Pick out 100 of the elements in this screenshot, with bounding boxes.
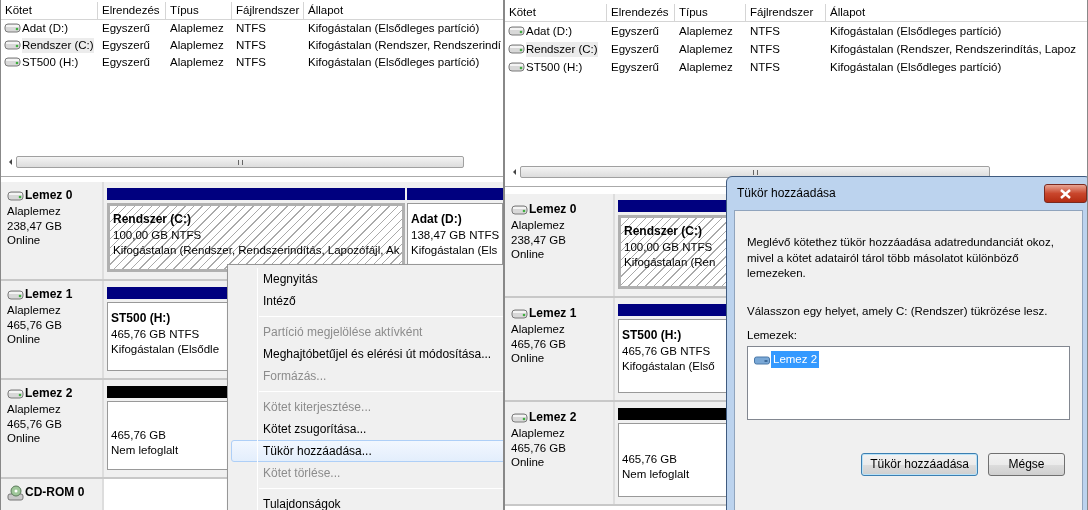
disk-size: 465,76 GB	[7, 317, 63, 333]
disk-type: Alaplemez	[511, 425, 566, 441]
disk-type: Alaplemez	[7, 302, 62, 318]
column-header[interactable]: Típus	[166, 2, 232, 19]
partition-status: Kifogástalan (Első	[622, 358, 715, 374]
menu-item[interactable]: Meghajtóbetűjel és elérési út módosítása...	[231, 343, 503, 365]
partition-status: Nem lefoglalt	[111, 442, 179, 458]
drive-icon	[508, 44, 525, 55]
drive-icon	[511, 204, 528, 215]
partition-box[interactable]: Rendszer (C:) 100,00 GB NTFS Kifogástalan (Ren	[618, 215, 729, 289]
partition-size: 138,47 GB NTFS	[411, 227, 500, 243]
partition-size: 100,00 GB NTFS	[113, 227, 202, 243]
table-cell-text: NTFS	[235, 20, 268, 36]
dialog-button[interactable]: Tükör hozzáadása	[861, 453, 978, 477]
disk-status: Online	[511, 455, 546, 471]
disk-name: Lemez 2	[529, 410, 577, 426]
disk-name: CD-ROM 0	[25, 485, 85, 501]
table-cell-text: Egyszerű	[610, 23, 660, 39]
close-icon	[1060, 188, 1071, 199]
partition-name: Adat (D:)	[411, 212, 462, 228]
column-header[interactable]: Típus	[675, 4, 746, 21]
dialog-message: Meglévő kötethez tükör hozzáadása adatredundanciát okoz, mivel a kötet adatairól tárol több másolatot különböző lemezeken.	[747, 235, 1055, 282]
table-cell-text: Kifogástalan (Rendszer, Rendszerindí	[307, 37, 503, 53]
partition-size: 465,76 GB	[622, 452, 677, 467]
partition-name: Rendszer (C:)	[113, 212, 191, 228]
disk-size: 238,47 GB	[7, 218, 63, 234]
partition-status: Nem lefoglalt	[622, 467, 690, 482]
drive-icon	[4, 40, 21, 51]
volume-name[interactable]: Rendszer (C:)	[526, 41, 598, 57]
disk-status: Online	[7, 431, 42, 447]
table-cell-text: Kifogástalan (Elsődleges partíció)	[829, 59, 1003, 75]
table-cell-text: Kifogástalan (Rendszer, Rendszerindítás, Lapoz	[829, 41, 1078, 57]
disk-status: Online	[511, 247, 546, 263]
close-button[interactable]	[1044, 184, 1087, 203]
drive-icon	[7, 289, 24, 300]
partition-box[interactable]: 465,76 GB Nem lefoglalt	[618, 423, 729, 497]
disk-name: Lemez 2	[25, 386, 73, 402]
table-cell-text: NTFS	[235, 54, 268, 70]
disk-type: Alaplemez	[7, 203, 62, 219]
table-cell-text: Kifogástalan (Elsődleges partíció)	[829, 23, 1003, 39]
table-cell-text: NTFS	[749, 59, 782, 75]
disk-size: 465,76 GB	[511, 440, 567, 456]
dialog-title: Tükör hozzáadása	[737, 185, 837, 202]
table-cell-text: Egyszerű	[101, 37, 151, 53]
partition-size: 100,00 GB NTFS	[624, 239, 713, 255]
column-header[interactable]: Fájlrendszer	[232, 2, 304, 19]
partition-size: 465,76 GB NTFS	[111, 326, 200, 342]
disk-type: Alaplemez	[511, 217, 566, 233]
column-header[interactable]: Kötet	[1, 2, 98, 19]
dialog-prompt: Válasszon egy helyet, amely C: (Rendszer) tükrözése lesz.	[747, 303, 1049, 319]
disk-status: Online	[511, 351, 546, 367]
menu-item[interactable]: Tükör hozzáadása...	[231, 440, 503, 462]
list-label: Lemezek:	[747, 328, 798, 344]
table-cell-text: Alaplemez	[169, 54, 225, 70]
disk-type: Alaplemez	[7, 401, 62, 417]
column-header[interactable]: Állapot	[826, 4, 1087, 21]
partition-status: Kifogástalan (Els	[411, 242, 498, 258]
table-cell-text: Kifogástalan (Elsődleges partíció)	[307, 54, 481, 70]
partition-box[interactable]: ST500 (H:) 465,76 GB NTFS Kifogástalan (Első	[618, 319, 729, 393]
menu-item[interactable]: Kötet zsugorítása...	[231, 418, 503, 440]
partition-box[interactable]: Rendszer (C:) 100,00 GB NTFS Kifogástalan (Rendszer, Rendszerindítás, Lapozófájl, Ak	[107, 203, 405, 272]
column-header[interactable]: Elrendezés	[98, 2, 166, 19]
table-cell-text: Alaplemez	[678, 41, 734, 57]
disk-size: 465,76 GB	[7, 416, 63, 432]
column-header[interactable]: Állapot	[304, 2, 503, 19]
partition-status: Kifogástalan (Ren	[624, 254, 716, 270]
drive-icon	[511, 308, 528, 319]
disk-type: Alaplemez	[511, 321, 566, 337]
disk-name: Lemez 1	[529, 306, 577, 322]
table-cell-text: NTFS	[749, 23, 782, 39]
menu-item[interactable]: Tulajdonságok	[231, 493, 503, 510]
table-cell-text: Alaplemez	[169, 37, 225, 53]
menu-item[interactable]: Intéző	[231, 290, 503, 312]
table-cell-text: Egyszerű	[101, 54, 151, 70]
table-cell-text: NTFS	[749, 41, 782, 57]
volume-name[interactable]: Adat (D:)	[22, 20, 68, 36]
dialog-button[interactable]: Mégse	[988, 453, 1065, 477]
partition-size: 465,76 GB NTFS	[622, 343, 711, 359]
drive-icon	[511, 412, 528, 423]
column-header[interactable]: Fájlrendszer	[746, 4, 826, 21]
table-cell-text: NTFS	[235, 37, 268, 53]
drive-icon	[7, 388, 24, 399]
volume-name[interactable]: Adat (D:)	[526, 23, 572, 39]
partition-name: ST500 (H:)	[111, 311, 171, 327]
column-header[interactable]: Kötet	[505, 4, 607, 21]
disk-status: Online	[7, 233, 42, 249]
volume-name[interactable]: ST500 (H:)	[526, 59, 583, 75]
drive-icon	[4, 57, 21, 68]
table-cell-text: Alaplemez	[169, 20, 225, 36]
volume-name[interactable]: Rendszer (C:)	[22, 37, 94, 53]
partition-name: Rendszer (C:)	[624, 224, 702, 240]
volume-name[interactable]: ST500 (H:)	[22, 54, 79, 70]
disk-size: 465,76 GB	[511, 336, 567, 352]
table-cell-text: Kifogástalan (Elsődleges partíció)	[307, 20, 481, 36]
partition-status: Kifogástalan (Rendszer, Rendszerindítás, Lapozófájl, Ak	[113, 242, 400, 258]
disk-name: Lemez 0	[25, 188, 73, 204]
partition-size: 465,76 GB	[111, 427, 166, 443]
table-cell-text: Egyszerű	[101, 20, 151, 36]
column-header[interactable]: Elrendezés	[607, 4, 675, 21]
partition-status: Kifogástalan (Elsődle	[111, 341, 220, 357]
